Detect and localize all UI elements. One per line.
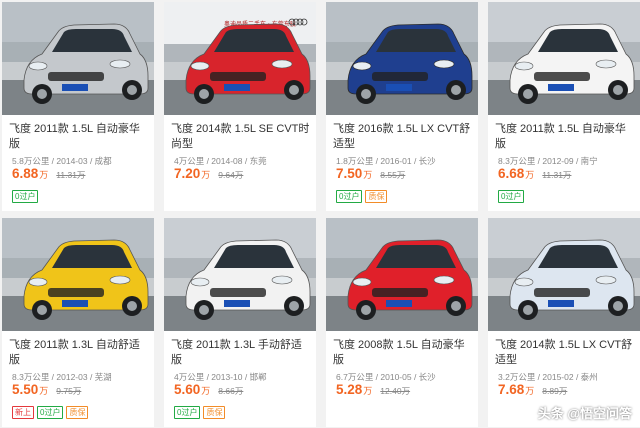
car-title-link[interactable]: 飞度 2011款 1.5L 自动豪华版	[9, 122, 149, 152]
original-price: 9.75万	[56, 386, 82, 396]
price: 6.68	[498, 166, 525, 181]
price: 5.28	[336, 382, 363, 397]
original-price: 11.31万	[56, 170, 86, 180]
tag-list: 新上 0过户 质保	[12, 402, 91, 420]
car-photo[interactable]	[488, 2, 640, 115]
tag-badge: 0过户	[174, 406, 201, 419]
car-listing-card[interactable]: 飞度 2008款 1.5L 自动豪华版 6.7万公里 / 2010-05 / 长沙…	[326, 218, 478, 427]
price: 6.88	[12, 166, 39, 181]
tag-badge: 0过户	[12, 190, 39, 203]
price: 5.60	[174, 382, 201, 397]
original-price: 8.66万	[218, 386, 244, 396]
price-unit: 万	[363, 386, 373, 396]
price-row: 5.28万 12.40万	[336, 381, 410, 399]
car-photo[interactable]	[488, 218, 640, 331]
car-listing-card[interactable]: 飞度 2011款 1.5L 自动豪华版 5.8万公里 / 2014-03 / 成都…	[2, 2, 154, 211]
price-row: 7.68万 8.89万	[498, 381, 567, 399]
watermark: 头条 @悟空问答	[537, 406, 632, 421]
tag-list: 0过户 质保	[336, 186, 390, 204]
price: 7.50	[336, 166, 363, 181]
car-photo[interactable]	[164, 218, 316, 331]
car-listing-card[interactable]: 飞度 2011款 1.3L 手动舒适版 4万公里 / 2013-10 / 邯郸 5.…	[164, 218, 316, 427]
car-title-link[interactable]: 飞度 2014款 1.5L LX CVT舒适型	[495, 338, 635, 368]
tag-badge: 质保	[365, 190, 388, 203]
car-photo[interactable]	[2, 218, 154, 331]
car-listing-card[interactable]: 飞度 2011款 1.3L 自动舒适版 8.3万公里 / 2012-03 / 芜湖…	[2, 218, 154, 427]
tag-badge: 0过户	[37, 406, 64, 419]
price-row: 6.88万 11.31万	[12, 165, 85, 183]
price-unit: 万	[525, 170, 535, 180]
car-listing-card[interactable]: 飞度 2016款 1.5L LX CVT舒适型 1.8万公里 / 2016-01 …	[326, 2, 478, 211]
car-photo[interactable]: 奥迪品质二手车 · 东莞东骏	[164, 2, 316, 115]
original-price: 11.31万	[542, 170, 572, 180]
tag-badge: 质保	[66, 406, 89, 419]
tag-badge: 0过户	[336, 190, 363, 203]
car-listing-card[interactable]: 飞度 2014款 1.5L LX CVT舒适型 3.2万公里 / 2015-02 …	[488, 218, 640, 427]
car-photo[interactable]	[326, 218, 478, 331]
original-price: 8.89万	[542, 386, 568, 396]
price-unit: 万	[525, 386, 535, 396]
tag-list: 0过户 质保	[174, 402, 228, 420]
original-price: 12.40万	[380, 386, 411, 396]
tag-badge: 0过户	[498, 190, 525, 203]
original-price: 8.55万	[380, 170, 406, 180]
tag-list: 0过户	[498, 186, 527, 204]
car-photo[interactable]	[326, 2, 478, 115]
car-title-link[interactable]: 飞度 2011款 1.3L 手动舒适版	[171, 338, 311, 368]
car-photo[interactable]	[2, 2, 154, 115]
car-listing-grid: 飞度 2011款 1.5L 自动豪华版 5.8万公里 / 2014-03 / 成都…	[0, 0, 640, 428]
car-title-link[interactable]: 飞度 2008款 1.5L 自动豪华版	[333, 338, 473, 368]
price-unit: 万	[39, 170, 49, 180]
price-unit: 万	[201, 386, 211, 396]
tag-badge: 新上	[12, 406, 34, 419]
price-unit: 万	[39, 386, 49, 396]
price-unit: 万	[201, 170, 211, 180]
price-row: 5.50万 9.75万	[12, 381, 81, 399]
car-title-link[interactable]: 飞度 2014款 1.5L SE CVT时尚型	[171, 122, 311, 152]
original-price: 9.64万	[218, 170, 244, 180]
price-row: 7.20万 9.64万	[174, 165, 243, 183]
price: 7.68	[498, 382, 525, 397]
price: 5.50	[12, 382, 39, 397]
car-title-link[interactable]: 飞度 2011款 1.3L 自动舒适版	[9, 338, 149, 368]
tag-list: 0过户	[12, 186, 41, 204]
price-row: 5.60万 8.66万	[174, 381, 243, 399]
car-listing-card[interactable]: 飞度 2011款 1.5L 自动豪华版 8.3万公里 / 2012-09 / 南宁…	[488, 2, 640, 211]
tag-badge: 质保	[203, 406, 226, 419]
car-title-link[interactable]: 飞度 2016款 1.5L LX CVT舒适型	[333, 122, 473, 152]
price-row: 6.68万 11.31万	[498, 165, 571, 183]
price-unit: 万	[363, 170, 373, 180]
price: 7.20	[174, 166, 201, 181]
car-listing-card[interactable]: 奥迪品质二手车 · 东莞东骏 飞度 2014款 1.5L SE CVT时尚型4万…	[164, 2, 316, 211]
price-row: 7.50万 8.55万	[336, 165, 405, 183]
car-title-link[interactable]: 飞度 2011款 1.5L 自动豪华版	[495, 122, 635, 152]
